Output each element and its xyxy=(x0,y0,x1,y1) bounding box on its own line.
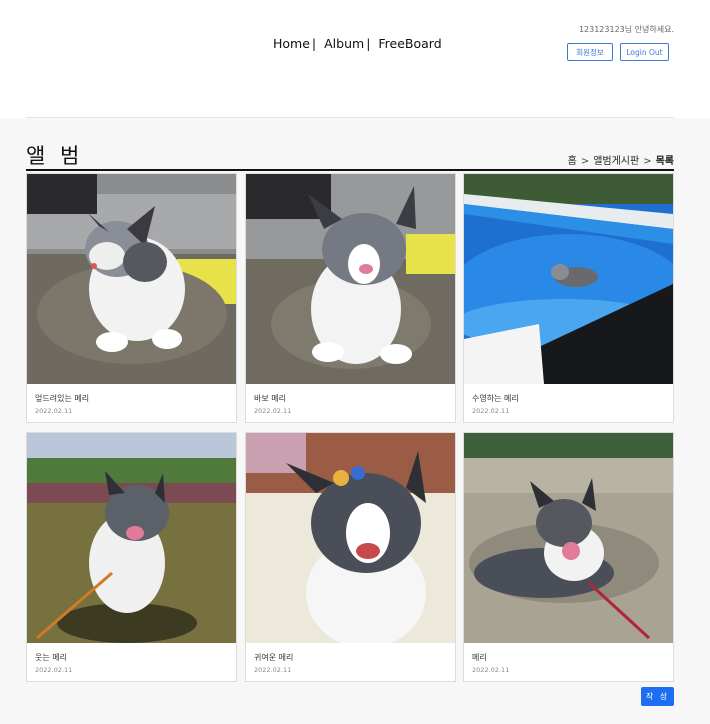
user-greeting: 123123123님 안녕하세요. xyxy=(578,25,674,34)
album-card[interactable]: 엎드려있는 메리 2022.02.11 xyxy=(26,173,237,423)
breadcrumb: 홈 > 앨범게시판 > 목록 xyxy=(568,152,674,167)
page-title: 앨 범 xyxy=(26,144,84,168)
title-divider xyxy=(26,169,674,171)
album-photo[interactable] xyxy=(246,174,455,384)
album-card[interactable]: 수영하는 메리 2022.02.11 xyxy=(463,173,674,423)
album-card[interactable]: 메리 2022.02.11 xyxy=(463,432,674,682)
album-date: 2022.02.11 xyxy=(35,407,73,415)
album-photo[interactable] xyxy=(27,433,236,643)
album-caption: 웃는 메리 xyxy=(35,653,67,662)
album-card[interactable]: 바보 메리 2022.02.11 xyxy=(245,173,456,423)
nav-album-link[interactable]: Album xyxy=(324,36,364,51)
profile-button[interactable]: 회원정보 xyxy=(567,43,613,61)
album-date: 2022.02.11 xyxy=(35,666,73,674)
nav-home-link[interactable]: Home xyxy=(273,36,310,51)
album-card[interactable]: 귀여운 메리 2022.02.11 xyxy=(245,432,456,682)
album-date: 2022.02.11 xyxy=(472,666,510,674)
site-header: Home | Album | FreeBoard 123123123님 안녕하세요.… xyxy=(0,0,710,118)
album-date: 2022.02.11 xyxy=(254,666,292,674)
album-photo[interactable] xyxy=(246,433,455,643)
album-caption: 바보 메리 xyxy=(254,394,286,403)
album-caption: 수영하는 메리 xyxy=(472,394,519,403)
breadcrumb-home[interactable]: 홈 xyxy=(568,156,577,167)
album-caption: 메리 xyxy=(472,653,487,662)
album-photo[interactable] xyxy=(464,433,673,643)
breadcrumb-board[interactable]: 앨범게시판 xyxy=(593,156,639,167)
album-photo[interactable] xyxy=(464,174,673,384)
breadcrumb-current: 목록 xyxy=(655,156,674,167)
breadcrumb-separator: > xyxy=(643,156,652,167)
write-button[interactable]: 작 성 xyxy=(641,687,674,706)
album-card[interactable]: 웃는 메리 2022.02.11 xyxy=(26,432,237,682)
nav-separator: | xyxy=(311,36,317,51)
logout-button[interactable]: Login Out xyxy=(620,43,669,61)
album-caption: 귀여운 메리 xyxy=(254,653,294,662)
nav-separator: | xyxy=(366,36,371,51)
album-caption: 엎드려있는 메리 xyxy=(35,394,90,403)
album-date: 2022.02.11 xyxy=(472,407,510,415)
nav-freeboard-link[interactable]: FreeBoard xyxy=(378,36,441,51)
album-date: 2022.02.11 xyxy=(254,407,292,415)
main-nav: Home | Album | FreeBoard xyxy=(273,36,442,51)
breadcrumb-separator: > xyxy=(580,156,590,167)
album-photo[interactable] xyxy=(27,174,236,384)
